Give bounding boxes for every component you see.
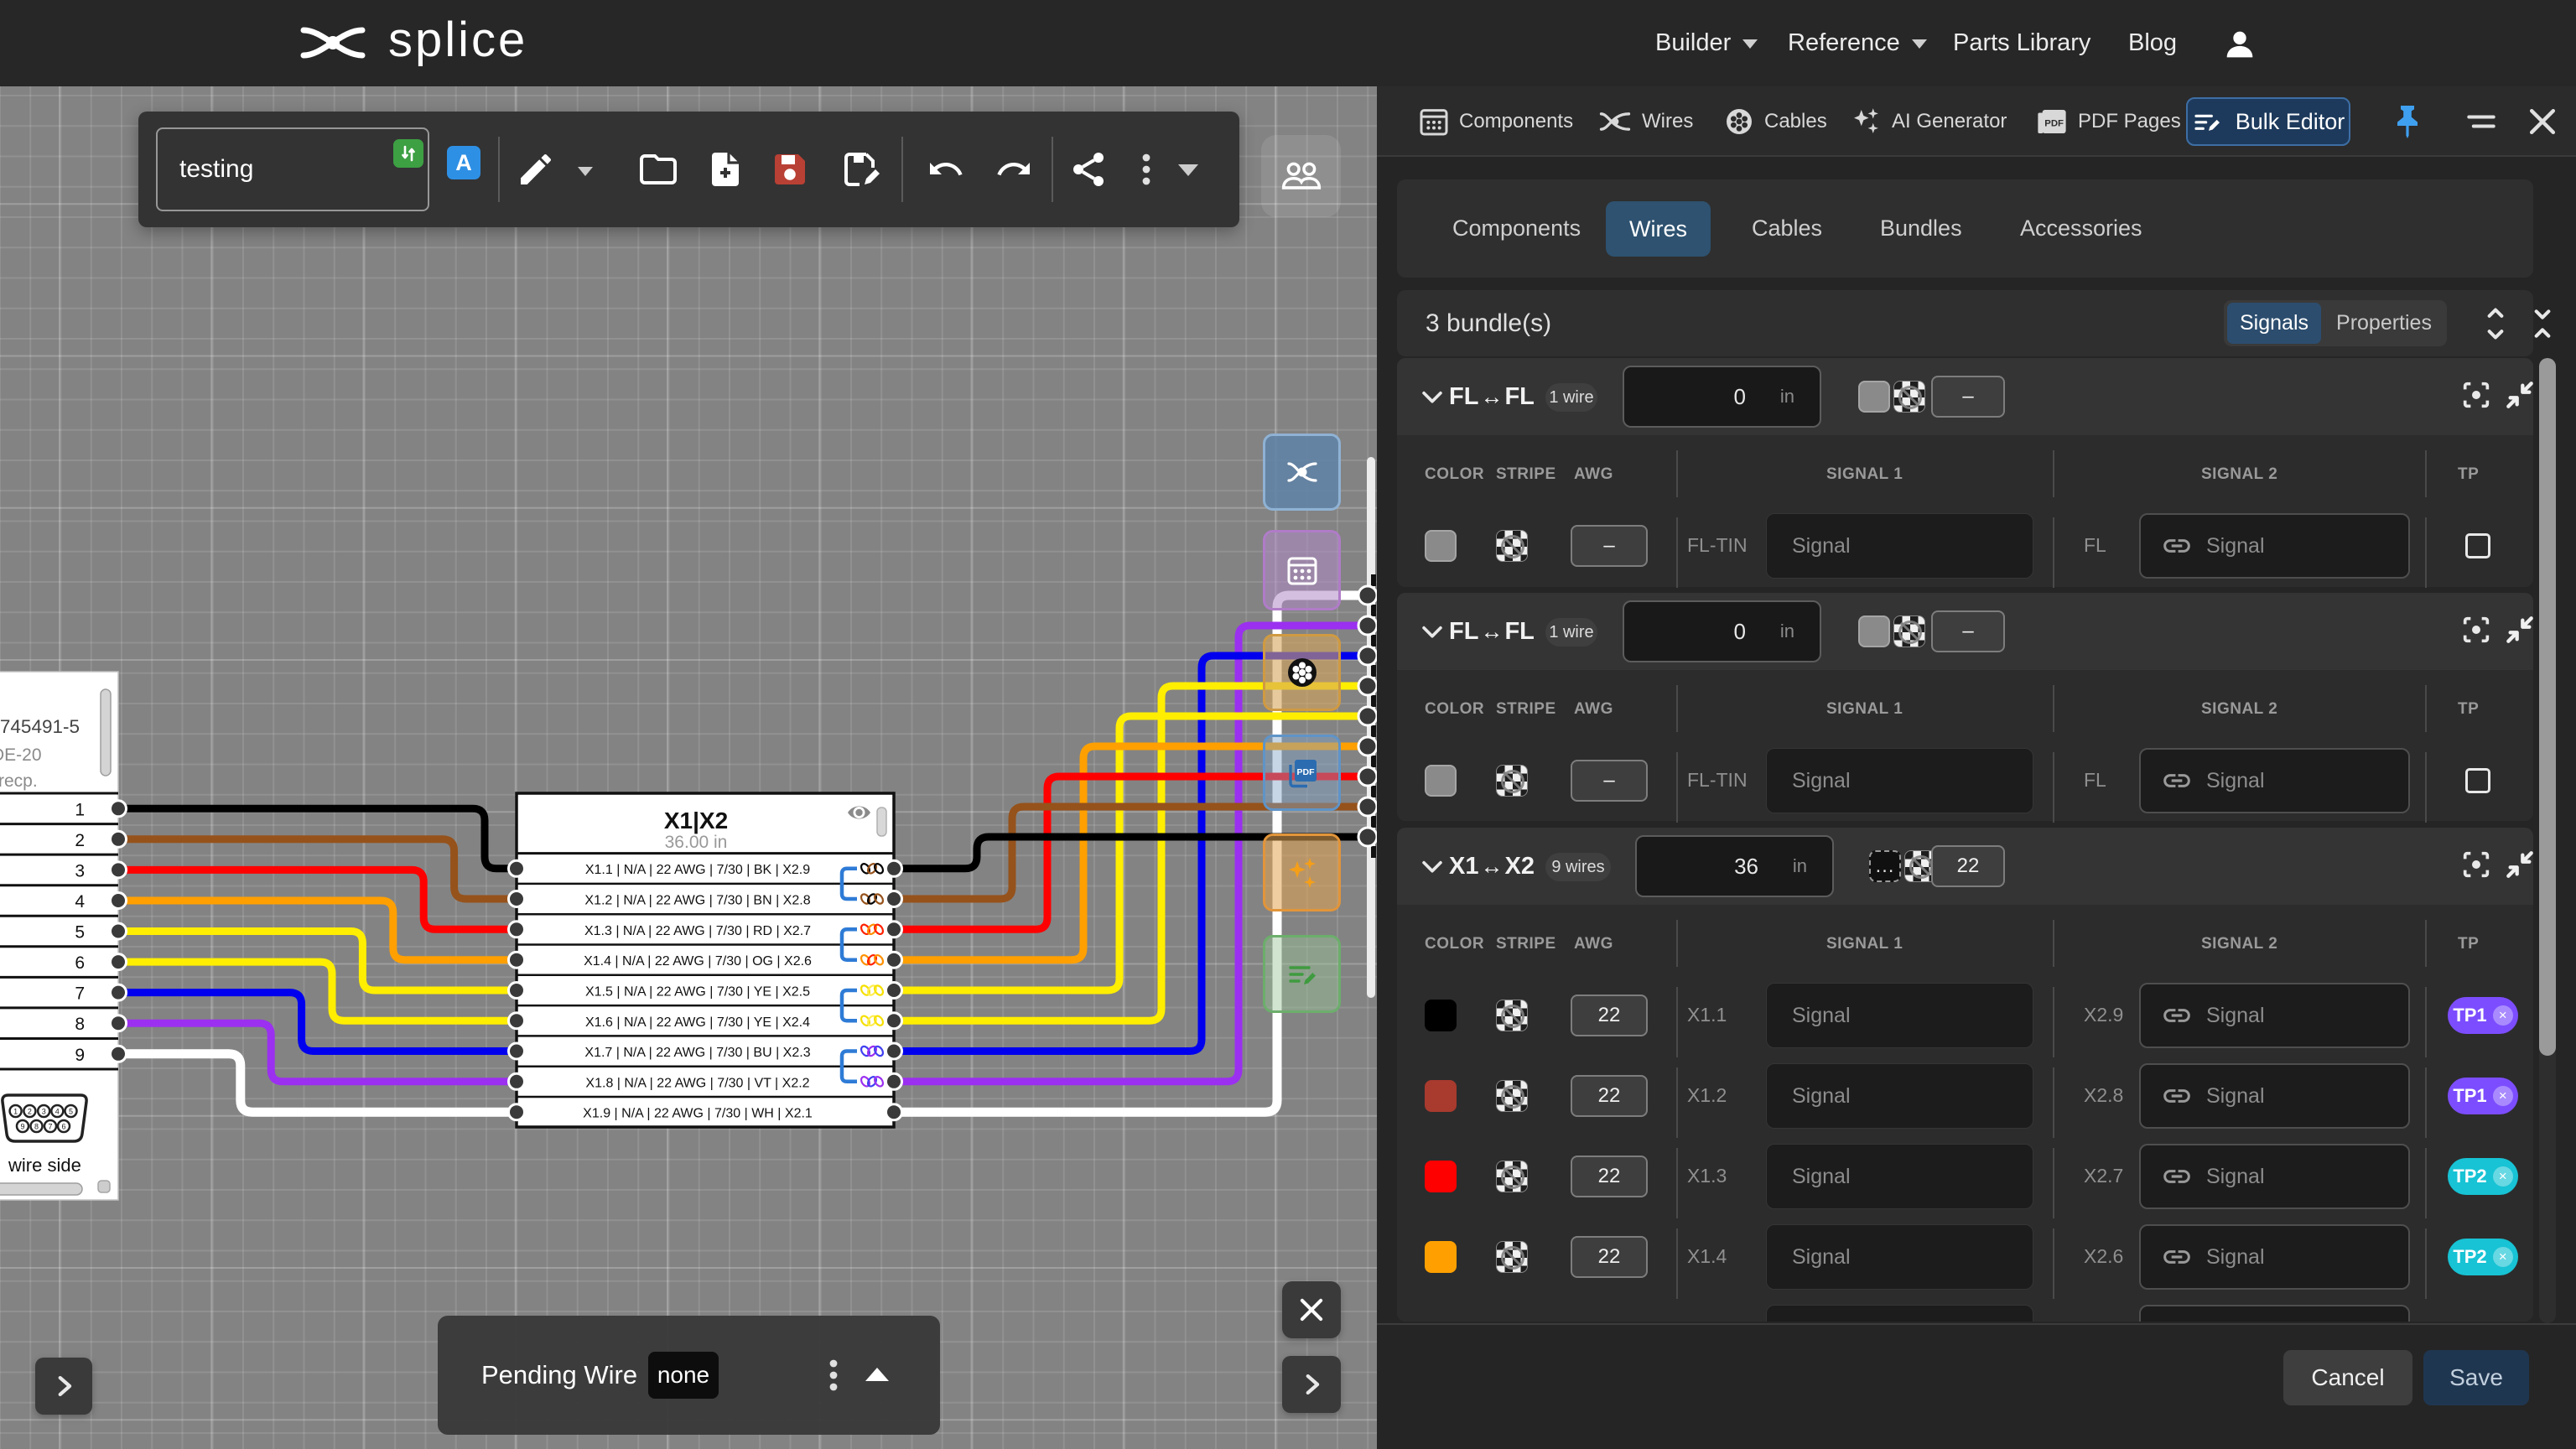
svg-text:X1.9 | N/A | 22 AWG | 7/30 | W: X1.9 | N/A | 22 AWG | 7/30 | WH | X2.1 xyxy=(583,1107,813,1121)
svg-text:6: 6 xyxy=(75,953,85,973)
svg-text:4: 4 xyxy=(75,892,85,911)
svg-text:745491-5: 745491-5 xyxy=(0,716,80,737)
svg-text:2: 2 xyxy=(75,831,85,850)
svg-text:X1.7 | N/A | 22 AWG | 7/30 | B: X1.7 | N/A | 22 AWG | 7/30 | BU | X2.3 xyxy=(584,1046,810,1060)
svg-text:recp.: recp. xyxy=(0,771,38,791)
svg-text:1: 1 xyxy=(13,1108,18,1116)
svg-text:X1.5 | N/A | 22 AWG | 7/30 | Y: X1.5 | N/A | 22 AWG | 7/30 | YE | X2.5 xyxy=(585,985,810,1000)
svg-text:PDF: PDF xyxy=(1296,767,1315,777)
svg-text:7: 7 xyxy=(75,984,85,1004)
svg-text:8: 8 xyxy=(75,1015,85,1034)
svg-text:36.00 in: 36.00 in xyxy=(665,833,728,852)
svg-text:3: 3 xyxy=(42,1108,46,1116)
svg-text:2: 2 xyxy=(28,1108,32,1116)
svg-text:X1.1 | N/A | 22 AWG | 7/30 | B: X1.1 | N/A | 22 AWG | 7/30 | BK | X2.9 xyxy=(585,863,810,877)
svg-text:7: 7 xyxy=(48,1123,52,1131)
svg-text:6: 6 xyxy=(61,1123,65,1131)
svg-text:9: 9 xyxy=(75,1046,85,1065)
svg-text:X1.3 | N/A | 22 AWG | 7/30 | R: X1.3 | N/A | 22 AWG | 7/30 | RD | X2.7 xyxy=(584,924,811,938)
svg-text:1: 1 xyxy=(75,800,85,819)
svg-text:X1|X2: X1|X2 xyxy=(664,808,728,834)
svg-text:9: 9 xyxy=(20,1123,24,1131)
svg-text:X1.8 | N/A | 22 AWG | 7/30 | V: X1.8 | N/A | 22 AWG | 7/30 | VT | X2.2 xyxy=(585,1076,809,1090)
svg-text:X1.2 | N/A | 22 AWG | 7/30 | B: X1.2 | N/A | 22 AWG | 7/30 | BN | X2.8 xyxy=(584,894,810,908)
svg-text:8: 8 xyxy=(34,1123,39,1131)
svg-text:4: 4 xyxy=(55,1108,60,1116)
svg-text:5: 5 xyxy=(75,923,85,943)
svg-text:DE-20: DE-20 xyxy=(0,745,42,765)
svg-text:PDF: PDF xyxy=(2044,118,2064,128)
svg-text:X1.6 | N/A | 22 AWG | 7/30 | Y: X1.6 | N/A | 22 AWG | 7/30 | YE | X2.4 xyxy=(585,1015,810,1030)
svg-text:3: 3 xyxy=(75,861,85,880)
svg-text:wire side: wire side xyxy=(8,1155,81,1176)
svg-text:5: 5 xyxy=(69,1108,73,1116)
svg-text:X1.4 | N/A | 22 AWG | 7/30 | O: X1.4 | N/A | 22 AWG | 7/30 | OG | X2.6 xyxy=(584,954,812,969)
